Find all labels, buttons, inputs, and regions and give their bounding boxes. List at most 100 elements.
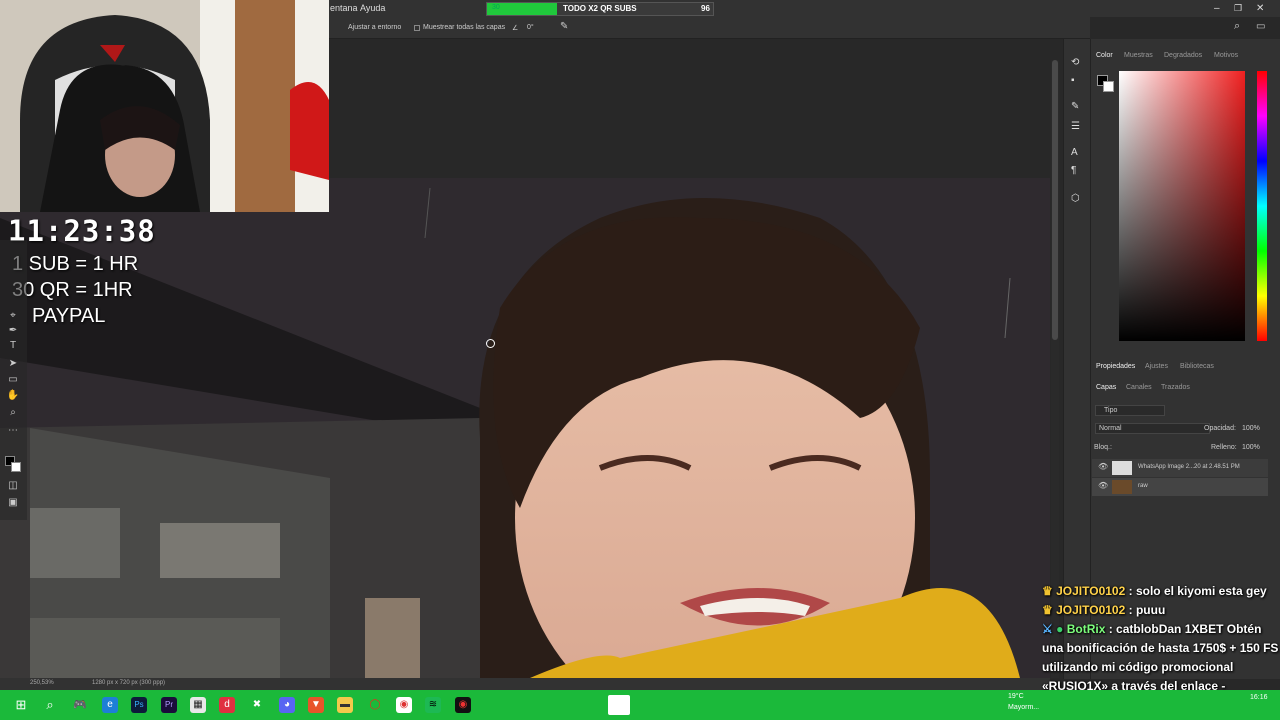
color-picker-field[interactable]: [1119, 71, 1245, 341]
photoshop-icon[interactable]: Ps: [131, 697, 147, 713]
crown-icon: ♛: [1042, 603, 1053, 617]
minimize-icon[interactable]: –: [1214, 3, 1220, 14]
type-tool-icon[interactable]: T: [6, 340, 20, 352]
visibility-eye-icon[interactable]: 👁: [1098, 481, 1108, 490]
weather-temp[interactable]: 19°C: [1008, 693, 1024, 700]
edge-icon[interactable]: e: [102, 697, 118, 713]
rule-paypal: PAYPAL: [32, 305, 106, 327]
stream-timer: 11:23:38: [8, 214, 156, 248]
bg-color-chip[interactable]: [1103, 81, 1114, 92]
opacity-value[interactable]: 100%: [1242, 425, 1260, 432]
scrollbar-thumb[interactable]: [1052, 60, 1058, 340]
brush-panel-icon[interactable]: ✎: [1071, 101, 1079, 112]
brush-settings-icon[interactable]: ✎: [560, 21, 568, 32]
premiere-icon[interactable]: Pr: [161, 697, 177, 713]
background-color-swatch[interactable]: [11, 462, 21, 472]
app-icon[interactable]: ◉: [455, 697, 471, 713]
discord-icon[interactable]: ◕: [279, 697, 295, 713]
app-icon[interactable]: d: [219, 697, 235, 713]
path-select-icon[interactable]: ➤: [6, 358, 20, 370]
windows-start-icon[interactable]: ⊞: [13, 697, 29, 713]
eyedropper-icon[interactable]: ⌖: [6, 310, 20, 322]
opacity-label: Opacidad:: [1204, 425, 1236, 432]
blank-window-icon[interactable]: [608, 695, 630, 715]
zoom-tool-icon[interactable]: ⌕: [6, 407, 20, 419]
angle-value[interactable]: 0°: [527, 24, 534, 31]
search-icon[interactable]: ⌕: [1234, 20, 1240, 33]
tab-adjustments[interactable]: Ajustes: [1145, 363, 1168, 370]
sub-goal-count: 30: [492, 4, 500, 11]
chat-message: ♛ JOJITO0102 : solo el kiyomi esta gey: [1042, 582, 1280, 601]
lock-label: Bloq.:: [1094, 444, 1112, 451]
opera-icon[interactable]: ◯: [367, 697, 383, 713]
fit-option[interactable]: Ajustar a entorno: [348, 24, 401, 31]
tab-patterns[interactable]: Motivos: [1214, 52, 1238, 59]
screen-mode-icon[interactable]: ▣: [6, 497, 20, 509]
zoom-level[interactable]: 250,53%: [30, 680, 54, 686]
show-layers-checkbox[interactable]: [414, 25, 420, 31]
webcam-overlay: [0, 0, 329, 212]
restore-icon[interactable]: ❐: [1234, 3, 1242, 14]
sub-goal-bar: 30 TODO X2 QR SUBS 96: [486, 2, 714, 16]
chat-user: JOJITO0102: [1056, 584, 1126, 598]
rectangle-tool-icon[interactable]: ▭: [6, 374, 20, 386]
character-icon[interactable]: A: [1071, 147, 1078, 158]
history-icon[interactable]: ⟲: [1071, 57, 1079, 68]
hue-slider[interactable]: [1257, 71, 1267, 341]
brush-cursor: [486, 339, 495, 348]
close-icon[interactable]: ✕: [1256, 3, 1264, 14]
comment-icon[interactable]: ▪: [1071, 75, 1075, 86]
rule-qr: 30 QR = 1HR: [12, 279, 133, 301]
hand-tool-icon[interactable]: ✋: [6, 390, 20, 402]
sub-goal-label: TODO X2 QR SUBS: [563, 4, 637, 13]
brave-icon[interactable]: ▼: [308, 697, 324, 713]
chat-user: JOJITO0102: [1056, 603, 1126, 617]
chat-text: : solo el kiyomi esta gey: [1128, 584, 1267, 598]
angle-icon: ∠: [512, 25, 519, 32]
weather-desc: Mayorm...: [1008, 704, 1040, 711]
workspace-icon[interactable]: ▭: [1256, 21, 1265, 32]
fill-label: Relleno:: [1211, 444, 1237, 451]
fill-value[interactable]: 100%: [1242, 444, 1260, 451]
clock[interactable]: 16:16: [1250, 694, 1268, 701]
layer-row[interactable]: 👁 WhatsApp Image 2...20 at 2.48.51 PM: [1092, 459, 1268, 477]
tab-gradients[interactable]: Degradados: [1164, 52, 1202, 59]
layer-thumbnail: [1112, 480, 1132, 494]
menu-window[interactable]: entana: [330, 3, 358, 13]
store-icon[interactable]: ▦: [190, 697, 206, 713]
chat-text: : puuu: [1128, 603, 1166, 617]
tab-paths[interactable]: Trazados: [1161, 384, 1190, 391]
more-tools-icon[interactable]: ⋯: [6, 425, 20, 437]
visibility-eye-icon[interactable]: 👁: [1098, 462, 1108, 471]
layer-name[interactable]: raw: [1138, 483, 1148, 489]
chrome-icon[interactable]: ◉: [396, 697, 412, 713]
paragraph-icon[interactable]: ¶: [1071, 165, 1076, 176]
adjust-icon[interactable]: ☰: [1071, 121, 1080, 132]
app-icon[interactable]: ✖: [249, 697, 265, 713]
tab-libraries[interactable]: Bibliotecas: [1180, 363, 1214, 370]
folder-icon[interactable]: ▬: [337, 697, 353, 713]
blend-mode-select[interactable]: Normal: [1095, 423, 1210, 434]
search-icon[interactable]: ⌕: [42, 697, 58, 713]
tools-panel: ⌖ ✒ T ➤ ▭ ✋ ⌕ ⋯ ◫ ▣: [0, 240, 27, 520]
spotify-icon[interactable]: ≋: [425, 697, 441, 713]
layer-filter-select[interactable]: Tipo: [1095, 405, 1165, 416]
tab-color[interactable]: Color: [1096, 52, 1113, 59]
tab-layers[interactable]: Capas: [1096, 384, 1116, 391]
quick-mask-icon[interactable]: ◫: [6, 480, 20, 492]
sword-icon: ⚔: [1042, 622, 1053, 636]
tab-channels[interactable]: Canales: [1126, 384, 1152, 391]
show-layers-label: Muestrear todas las capas: [423, 24, 506, 31]
verified-icon: ●: [1056, 622, 1064, 636]
layer-thumbnail: [1112, 461, 1132, 475]
pen-icon[interactable]: ✒: [6, 325, 20, 337]
document-canvas[interactable]: [0, 178, 1050, 678]
document-info: 1280 px x 720 px (300 ppp): [92, 680, 166, 686]
gamepad-icon[interactable]: 🎮: [72, 697, 88, 713]
tab-swatches[interactable]: Muestras: [1124, 52, 1153, 59]
3d-icon[interactable]: ⬡: [1071, 193, 1080, 204]
layer-row[interactable]: 👁 raw: [1092, 478, 1268, 496]
tab-properties[interactable]: Propiedades: [1096, 363, 1135, 370]
menu-help[interactable]: Ayuda: [360, 3, 385, 13]
layer-name[interactable]: WhatsApp Image 2...20 at 2.48.51 PM: [1138, 464, 1240, 470]
